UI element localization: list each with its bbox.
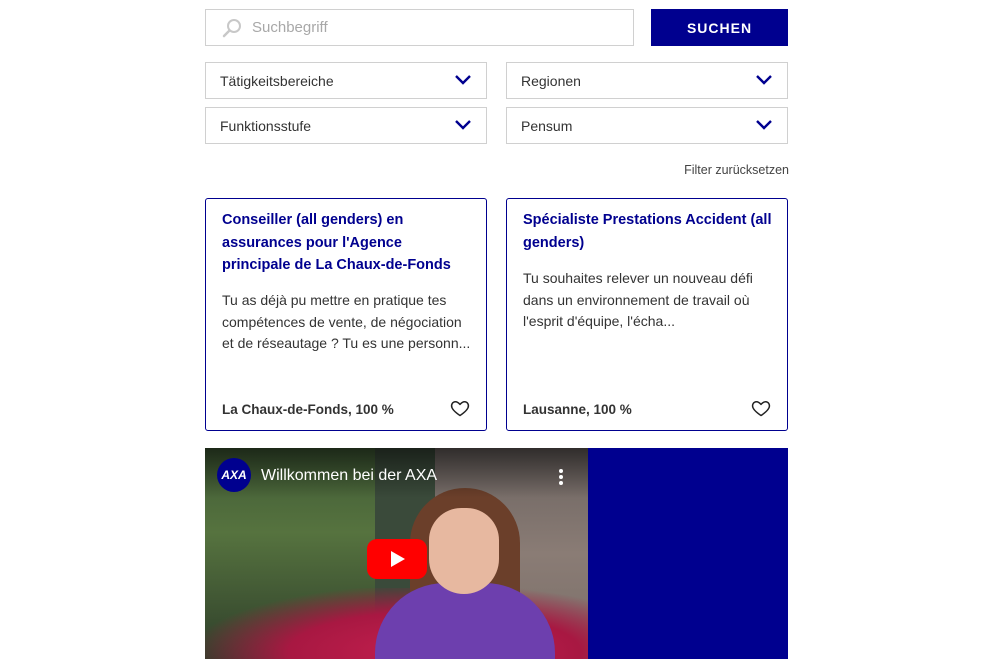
heart-icon[interactable] <box>450 398 470 418</box>
heart-icon[interactable] <box>751 398 771 418</box>
video-player[interactable]: AXA Willkommen bei der AXA <box>205 448 588 659</box>
search-icon <box>222 18 241 37</box>
job-title[interactable]: Spécialiste Prestations Accident (all ge… <box>523 209 775 254</box>
job-card[interactable]: Spécialiste Prestations Accident (all ge… <box>506 198 788 431</box>
reset-filters-link[interactable]: Filter zurücksetzen <box>684 163 789 177</box>
video-title[interactable]: Willkommen bei der AXA <box>261 467 437 485</box>
chevron-down-icon <box>455 75 471 85</box>
axa-logo[interactable]: AXA <box>217 458 251 492</box>
job-description: Tu souhaites relever un nouveau défi dan… <box>523 270 753 329</box>
chevron-down-icon <box>756 75 772 85</box>
filter-regionen[interactable]: Regionen <box>506 62 788 99</box>
video-section: AXA Willkommen bei der AXA <box>205 448 788 659</box>
search-field[interactable] <box>205 9 634 46</box>
search-bar: SUCHEN <box>205 9 788 46</box>
filter-label: Funktionsstufe <box>220 117 312 134</box>
more-options-icon[interactable] <box>558 468 564 486</box>
filter-pensum[interactable]: Pensum <box>506 107 788 144</box>
filter-label: Tätigkeitsbereiche <box>220 72 334 89</box>
search-input[interactable] <box>252 19 612 36</box>
chevron-down-icon <box>455 120 471 130</box>
filter-label: Regionen <box>521 72 581 89</box>
search-button[interactable]: SUCHEN <box>651 9 788 46</box>
job-title[interactable]: Conseiller (all genders) en assurances p… <box>222 209 474 277</box>
job-card[interactable]: Conseiller (all genders) en assurances p… <box>205 198 487 431</box>
video-person-face <box>429 508 499 594</box>
play-button-icon[interactable] <box>367 539 427 579</box>
filter-label: Pensum <box>521 117 573 134</box>
chevron-down-icon <box>756 120 772 130</box>
job-location: Lausanne, 100 % <box>523 402 632 417</box>
job-description: Tu as déjà pu mettre en pratique tes com… <box>222 292 471 351</box>
job-location: La Chaux-de-Fonds, 100 % <box>222 402 394 417</box>
filter-taetigkeitsbereiche[interactable]: Tätigkeitsbereiche <box>205 62 487 99</box>
filter-funktionsstufe[interactable]: Funktionsstufe <box>205 107 487 144</box>
